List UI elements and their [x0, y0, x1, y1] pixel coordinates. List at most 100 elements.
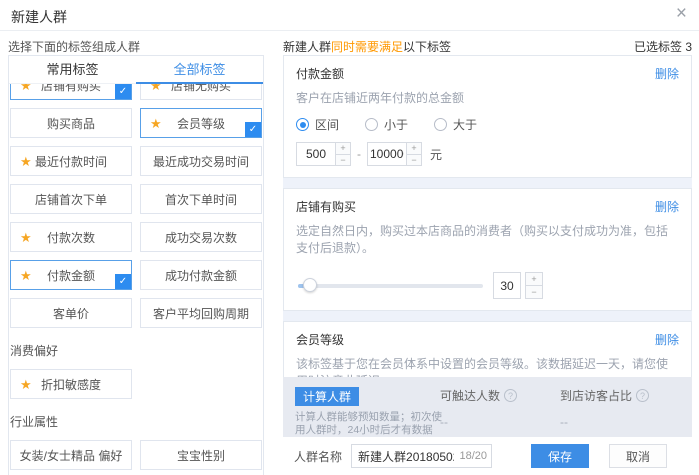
radio-between[interactable]: 区间	[296, 116, 339, 133]
header-text: 新建人群同时需要满足以下标签	[283, 38, 451, 55]
amount-max-spinner: + −	[406, 142, 422, 166]
tag-baby-gender[interactable]: 宝宝性别	[140, 440, 262, 470]
radio-less-than[interactable]: 小于	[365, 116, 408, 133]
tag-last-payment-time[interactable]: ★ 最近付款时间	[10, 146, 132, 176]
card-head: 店铺有购买 删除	[296, 198, 679, 215]
card-store-has-purchase: 店铺有购买 删除 选定自然日内，购买过本店商品的消费者（购买以支付成功为准，包括…	[283, 188, 692, 311]
days-spinner: + −	[525, 272, 543, 299]
dialog-footer: 人群名称 18/20 保存 取消	[283, 437, 692, 475]
close-icon[interactable]: ×	[676, 4, 687, 24]
crowd-name-label: 人群名称	[294, 448, 342, 465]
tag-label: 成功交易次数	[165, 229, 237, 246]
tag-store-first-order[interactable]: 店铺首次下单	[10, 184, 132, 214]
calc-column: 计算人群 计算人群能够预知数量；初次使用人群时，24小时后才有数据	[295, 385, 440, 429]
tag-payment-amount[interactable]: ★ 付款金额 ✓	[10, 260, 132, 290]
tag-picker-panel: 选择下面的标签组成人群 常用标签 全部标签 ★ 店铺有购买 ✓ ★ 店铺无购买	[8, 38, 264, 475]
delete-link[interactable]: 删除	[655, 65, 679, 82]
amount-range-inputs: + − - + − 元	[296, 142, 679, 166]
metric-value: --	[560, 415, 680, 429]
card-head: 会员等级 删除	[296, 331, 679, 348]
tag-box: 常用标签 全部标签 ★ 店铺有购买 ✓ ★ 店铺无购买 购买商品	[8, 55, 264, 475]
tag-avg-order-value[interactable]: 客单价	[10, 298, 132, 328]
delete-link[interactable]: 删除	[655, 198, 679, 215]
tag-success-trade-count[interactable]: 成功交易次数	[140, 222, 262, 252]
star-icon: ★	[20, 231, 32, 244]
tag-payment-count[interactable]: ★ 付款次数	[10, 222, 132, 252]
tag-label: 客户平均回购周期	[153, 305, 249, 322]
tag-label: 客单价	[53, 305, 89, 322]
radio-greater-than[interactable]: 大于	[434, 116, 477, 133]
card-title: 店铺有购买	[296, 198, 356, 215]
tag-label: 首次下单时间	[165, 191, 237, 208]
tag-label: 最近付款时间	[35, 153, 107, 170]
amount-max-input[interactable]	[367, 142, 407, 166]
tag-avg-repurchase-cycle[interactable]: 客户平均回购周期	[140, 298, 262, 328]
dialog-title: 新建人群	[11, 7, 67, 27]
calc-summary-bar: 计算人群 计算人群能够预知数量；初次使用人群时，24小时后才有数据 可触达人数 …	[283, 377, 692, 437]
dialog-titlebar: 新建人群 ×	[0, 0, 699, 31]
tag-label: 折扣敏感度	[41, 376, 101, 393]
amount-min-input[interactable]	[296, 142, 336, 166]
tag-first-order-time[interactable]: 首次下单时间	[140, 184, 262, 214]
cancel-button[interactable]: 取消	[609, 444, 667, 468]
selected-tag-cards: 付款金额 删除 客户在店铺近两年付款的总金额 区间 小于 大于	[283, 55, 692, 377]
tag-purchased-goods[interactable]: 购买商品	[10, 108, 132, 138]
card-description: 选定自然日内，购买过本店商品的消费者（购买以支付成功为准，包括支付后退款）。	[296, 222, 679, 256]
radio-icon	[434, 118, 447, 131]
save-button[interactable]: 保存	[531, 444, 589, 468]
crowd-name-input[interactable]	[352, 448, 456, 464]
tag-womens-fashion-pref[interactable]: 女装/女士精品 偏好	[10, 440, 132, 470]
metric-label: 可触达人数	[440, 387, 500, 404]
tag-discount-sensitivity[interactable]: ★ 折扣敏感度	[10, 369, 132, 399]
tag-success-payment-amount[interactable]: 成功付款金额	[140, 260, 262, 290]
tag-tabs: 常用标签 全部标签	[9, 56, 263, 84]
days-input[interactable]	[493, 272, 521, 299]
create-crowd-dialog: 新建人群 × 选择下面的标签组成人群 常用标签 全部标签 ★ 店铺有购买 ✓ ★	[0, 0, 699, 475]
question-icon[interactable]: ?	[636, 389, 649, 402]
header-prefix: 新建人群	[283, 40, 331, 54]
tag-label: 付款次数	[47, 229, 95, 246]
calc-note: 计算人群能够预知数量；初次使用人群时，24小时后才有数据	[295, 411, 445, 437]
decrement-icon[interactable]: −	[525, 285, 543, 299]
days-slider-row: + −	[296, 272, 679, 299]
selected-tags-header: 新建人群同时需要满足以下标签 已选标签 3	[283, 38, 692, 55]
section-title-industry: 行业属性	[10, 413, 262, 430]
tag-member-level[interactable]: ★ 会员等级 ✓	[140, 108, 262, 138]
tag-list: ★ 店铺有购买 ✓ ★ 店铺无购买 购买商品 ★ 会员等级 ✓	[9, 70, 263, 475]
star-icon: ★	[20, 155, 32, 168]
radio-label: 区间	[315, 116, 339, 133]
tag-last-success-trade-time[interactable]: 最近成功交易时间	[140, 146, 262, 176]
star-icon: ★	[20, 378, 32, 391]
slider-handle[interactable]	[303, 278, 317, 292]
metric-label: 到店访客占比	[560, 387, 632, 404]
section-title-consumption: 消费偏好	[10, 342, 262, 359]
decrement-icon[interactable]: −	[406, 154, 422, 167]
tab-all-tags[interactable]: 全部标签	[136, 56, 263, 83]
metric-label-row: 到店访客占比 ?	[560, 387, 680, 404]
star-icon: ★	[150, 117, 162, 130]
metric-label-row: 可触达人数 ?	[440, 387, 560, 404]
calculate-crowd-button[interactable]: 计算人群	[295, 387, 359, 406]
increment-icon[interactable]: +	[525, 272, 543, 286]
tab-common-tags[interactable]: 常用标签	[9, 56, 136, 83]
radio-label: 大于	[453, 116, 477, 133]
metric-value: --	[440, 415, 560, 429]
tag-label: 付款金额	[47, 267, 95, 284]
tag-picker-prompt: 选择下面的标签组成人群	[8, 38, 264, 55]
question-icon[interactable]: ?	[504, 389, 517, 402]
radio-label: 小于	[384, 116, 408, 133]
checked-icon: ✓	[245, 122, 261, 137]
radio-icon	[365, 118, 378, 131]
selected-count: 已选标签 3	[634, 38, 692, 55]
reachable-count-metric: 可触达人数 ? --	[440, 385, 560, 429]
char-counter: 18/20	[459, 450, 487, 462]
tag-label: 女装/女士精品 偏好	[20, 447, 123, 464]
checked-icon: ✓	[115, 274, 131, 289]
store-visitor-ratio-metric: 到店访客占比 ? --	[560, 385, 680, 429]
tag-label: 会员等级	[177, 115, 225, 132]
header-suffix: 以下标签	[403, 40, 451, 54]
decrement-icon[interactable]: −	[335, 154, 351, 167]
card-description: 客户在店铺近两年付款的总金额	[296, 89, 679, 106]
days-slider[interactable]	[298, 284, 483, 288]
delete-link[interactable]: 删除	[655, 331, 679, 348]
